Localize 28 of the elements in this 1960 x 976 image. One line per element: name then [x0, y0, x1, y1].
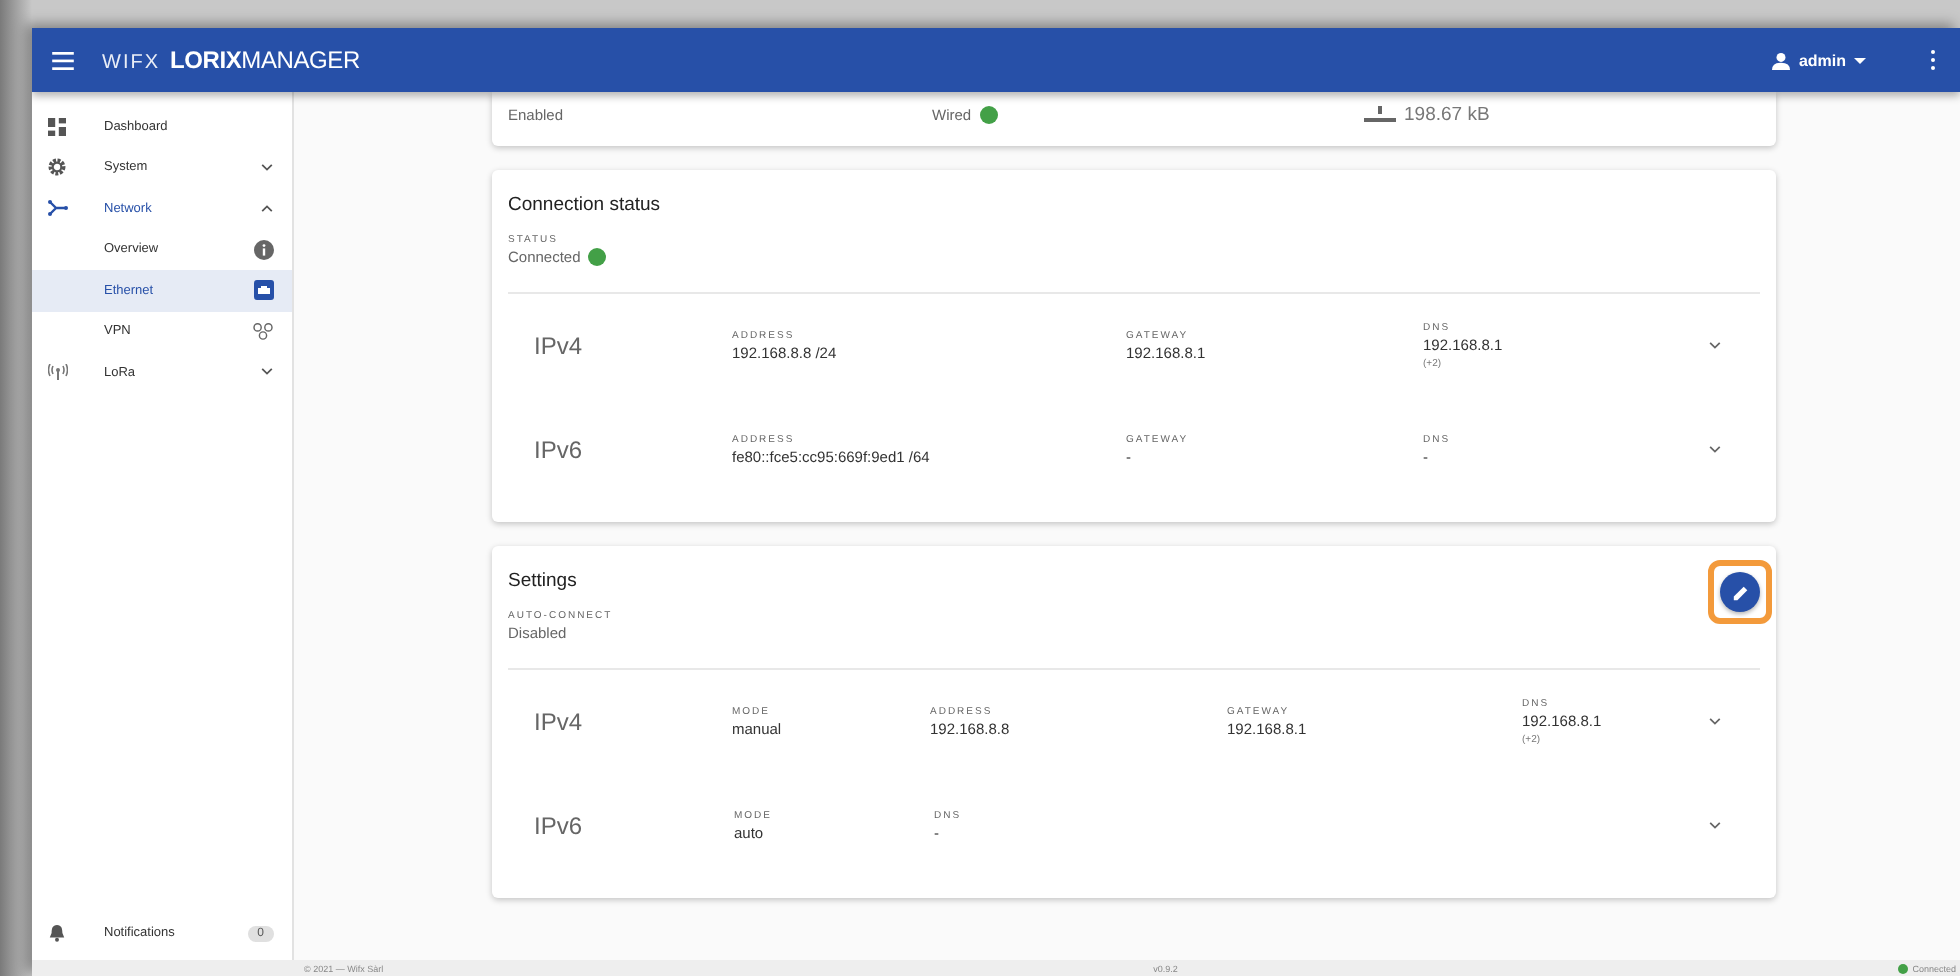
protocol-label: IPv4 — [534, 708, 585, 736]
chevron-down-icon[interactable] — [1708, 822, 1722, 830]
chevron-down-icon[interactable] — [1708, 718, 1723, 726]
download-icon — [1364, 106, 1396, 122]
chevron-down-icon[interactable] — [1708, 342, 1723, 350]
info-icon — [254, 239, 274, 260]
more-options-icon[interactable] — [1930, 50, 1936, 70]
ethernet-icon — [254, 280, 274, 301]
settings-icon — [48, 158, 66, 177]
network-icon — [48, 200, 68, 217]
received-value: 198.67 kB — [1404, 103, 1490, 125]
protocol-label: IPv6 — [534, 812, 585, 840]
protocol-label: IPv4 — [534, 332, 585, 360]
card-title: Settings — [508, 569, 577, 591]
bell-icon — [48, 924, 66, 943]
app-logo: WIFX LORIXMANAGER — [102, 46, 360, 74]
edit-button[interactable] — [1720, 572, 1760, 612]
vpn-icon — [252, 322, 274, 341]
caret-icon — [1854, 57, 1866, 63]
chevron-down-icon[interactable] — [1708, 446, 1723, 454]
user-icon — [1772, 51, 1791, 69]
protocol-label: IPv6 — [534, 436, 585, 464]
card-title: Connection status — [508, 193, 661, 215]
user-menu-button[interactable]: admin — [1772, 51, 1866, 69]
menu-icon[interactable] — [52, 51, 74, 69]
dashboard-icon — [48, 117, 66, 136]
antenna-icon — [48, 364, 68, 381]
pencil-icon — [1731, 583, 1749, 601]
